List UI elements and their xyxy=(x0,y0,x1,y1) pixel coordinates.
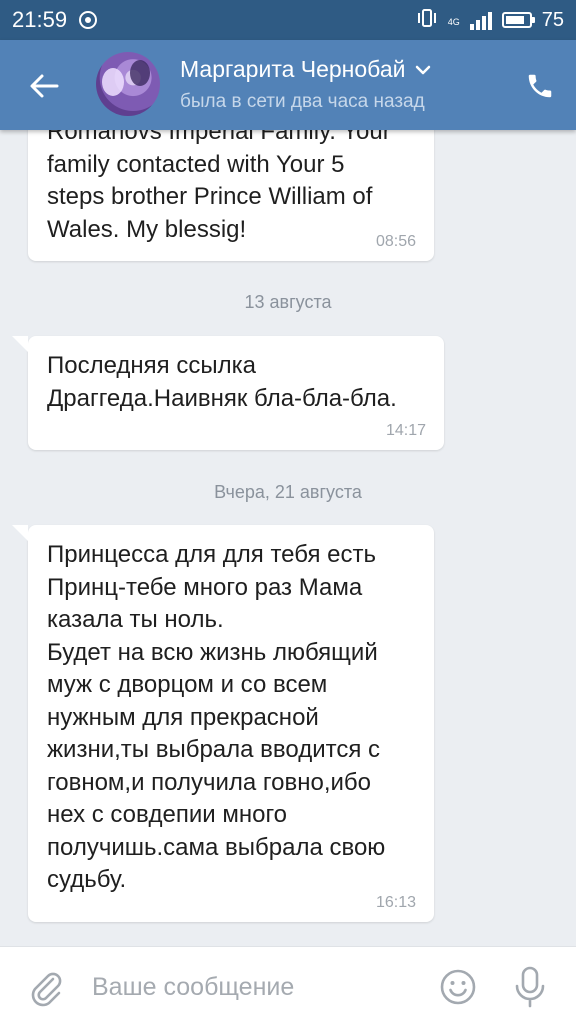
battery-icon xyxy=(501,12,535,28)
contact-name-button[interactable]: Маргарита Чернобай xyxy=(180,56,431,83)
back-button[interactable] xyxy=(22,66,66,106)
message-text: Последняя ссылка Драггеда.Наивняк бла-бл… xyxy=(47,352,397,412)
emoji-icon xyxy=(440,969,476,1005)
message-text: Romanovs Imperial Family. Your family co… xyxy=(47,130,391,243)
status-bar-left: 21:59 xyxy=(12,7,98,33)
phone-icon xyxy=(528,74,552,98)
date-separator: Вчера, 21 августа xyxy=(214,482,362,502)
message-time: 08:56 xyxy=(375,233,416,250)
vibrate-icon xyxy=(416,8,438,33)
message-time: 16:13 xyxy=(375,894,416,911)
battery-level: 75 xyxy=(541,8,564,31)
emoji-button[interactable] xyxy=(438,967,478,1007)
message-text: Принцесса для для тебя есть Принц-тебе м… xyxy=(47,541,386,893)
message-time: 14:17 xyxy=(385,422,426,439)
paperclip-icon xyxy=(31,972,62,1007)
contact-status: была в сети два часа назад xyxy=(180,91,425,112)
viber-icon xyxy=(79,11,98,29)
contact-name: Маргарита Чернобай xyxy=(180,56,406,82)
chat-header: Маргарита Чернобай была в сети два часа … xyxy=(0,40,576,130)
network-type: 4G xyxy=(447,16,460,27)
bubble-tail xyxy=(12,525,28,541)
message-list[interactable]: Romanovs Imperial Family. Your family co… xyxy=(0,130,576,946)
status-time: 21:59 xyxy=(12,7,68,32)
avatar[interactable] xyxy=(96,52,160,116)
microphone-icon xyxy=(515,966,545,1008)
date-separator: 13 августа xyxy=(244,292,332,312)
message-input[interactable] xyxy=(92,967,422,1007)
message-bubble[interactable]: Romanovs Imperial Family. Your family co… xyxy=(28,130,434,261)
message-composer xyxy=(0,946,576,1024)
message-bubble[interactable]: Последняя ссылка Драггеда.Наивняк бла-бл… xyxy=(12,336,444,450)
status-bar: 21:59 4G 75 xyxy=(0,0,576,40)
status-bar-right: 4G 75 xyxy=(416,8,564,33)
message-bubble[interactable]: Принцесса для для тебя есть Принц-тебе м… xyxy=(12,525,434,922)
chevron-down-icon xyxy=(416,65,431,74)
voice-message-button[interactable] xyxy=(510,965,550,1009)
signal-icon xyxy=(469,10,492,30)
call-button[interactable] xyxy=(520,66,560,106)
bubble-tail xyxy=(12,336,28,352)
attach-button[interactable] xyxy=(26,967,66,1007)
back-arrow-icon xyxy=(30,74,59,98)
